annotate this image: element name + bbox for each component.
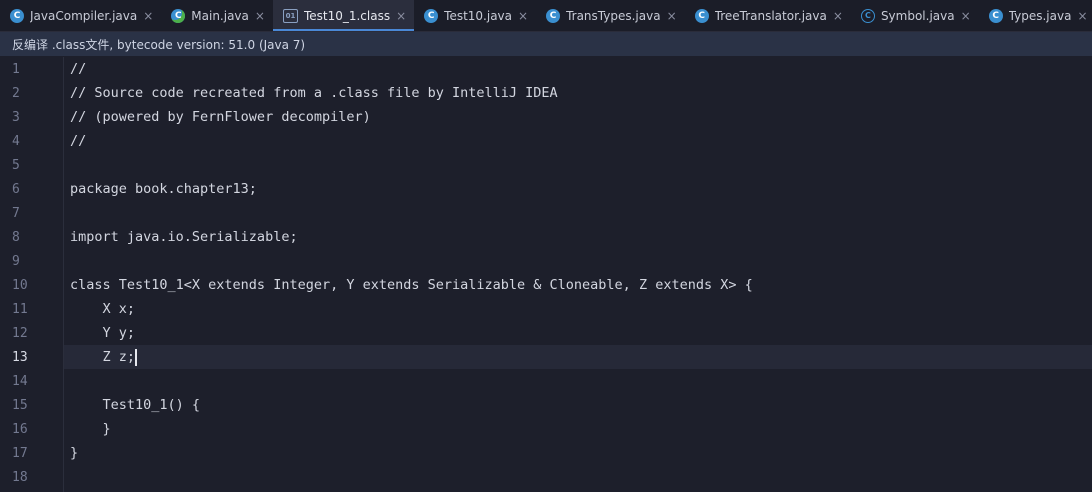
code-line[interactable]: //: [64, 57, 1092, 81]
code-line[interactable]: // (powered by FernFlower decompiler): [64, 105, 1092, 129]
tab-label: Test10.java: [444, 8, 513, 23]
line-number[interactable]: 14: [0, 369, 63, 393]
editor-tab-bar: C JavaCompiler.java × C Main.java × 01 Test10_1…: [0, 0, 1092, 32]
line-number[interactable]: 15: [0, 393, 63, 417]
tab-label: Test10_1.class: [303, 8, 391, 23]
code-text: // Source code recreated from a .class f…: [70, 85, 558, 101]
code-editor[interactable]: 1 2 3 4 5 6 7 8 9 10 11 12 13 14 15 16 17 18 //// Source …: [0, 57, 1092, 492]
code-line[interactable]: class Test10_1<X extends Integer, Y exte…: [64, 273, 1092, 297]
line-number[interactable]: 1: [0, 57, 63, 81]
code-line[interactable]: [64, 369, 1092, 393]
line-number[interactable]: 17: [0, 441, 63, 465]
tab-types-java[interactable]: C Types.java ×: [979, 0, 1092, 31]
code-text: Test10_1() {: [70, 397, 201, 413]
tab-label: JavaCompiler.java: [30, 8, 138, 23]
library-class-icon: C: [860, 8, 875, 23]
code-text: class Test10_1<X extends Integer, Y exte…: [70, 277, 753, 293]
code-line[interactable]: Y y;: [64, 321, 1092, 345]
ide-window: C JavaCompiler.java × C Main.java × 01 Test10_1…: [0, 0, 1092, 492]
line-number-gutter[interactable]: 1 2 3 4 5 6 7 8 9 10 11 12 13 14 15 16 17 18: [0, 57, 64, 492]
code-line[interactable]: Test10_1() {: [64, 393, 1092, 417]
tab-label: Symbol.java: [880, 8, 955, 23]
close-icon[interactable]: ×: [961, 9, 971, 23]
classfile-icon: 01: [282, 8, 298, 23]
tab-javacompiler-java[interactable]: C JavaCompiler.java ×: [0, 0, 161, 31]
tab-transtypes-java[interactable]: C TransTypes.java ×: [536, 0, 685, 31]
tab-label: Main.java: [191, 8, 249, 23]
current-code-line[interactable]: Z z;: [64, 345, 1092, 369]
code-line[interactable]: X x;: [64, 297, 1092, 321]
line-number[interactable]: 4: [0, 129, 63, 153]
code-line[interactable]: // Source code recreated from a .class f…: [64, 81, 1092, 105]
line-number[interactable]: 11: [0, 297, 63, 321]
line-number[interactable]: 5: [0, 153, 63, 177]
code-line[interactable]: [64, 153, 1092, 177]
code-line[interactable]: [64, 465, 1092, 489]
class-icon: C: [424, 8, 439, 23]
line-number[interactable]: 10: [0, 273, 63, 297]
class-icon: C: [10, 8, 24, 23]
line-number[interactable]: 13: [0, 345, 63, 369]
code-line[interactable]: [64, 249, 1092, 273]
code-line[interactable]: import java.io.Serializable;: [64, 225, 1092, 249]
tab-label: TransTypes.java: [566, 8, 661, 23]
close-icon[interactable]: ×: [396, 9, 406, 23]
code-text: Z z;: [70, 349, 136, 365]
tab-treetranslator-java[interactable]: C TreeTranslator.java ×: [685, 0, 851, 31]
code-line[interactable]: }: [64, 441, 1092, 465]
code-line[interactable]: package book.chapter13;: [64, 177, 1092, 201]
vertical-scrollbar[interactable]: [1078, 57, 1092, 492]
close-icon[interactable]: ×: [143, 9, 153, 23]
tab-label: TreeTranslator.java: [714, 8, 827, 23]
code-text: import java.io.Serializable;: [70, 229, 298, 245]
scrollbar-thumb[interactable]: [1081, 57, 1090, 492]
code-text: //: [70, 61, 87, 77]
code-text: //: [70, 133, 87, 149]
line-number[interactable]: 18: [0, 465, 63, 489]
tab-test10-1-class[interactable]: 01 Test10_1.class ×: [272, 0, 415, 31]
text-caret: [135, 348, 137, 366]
class-main-icon: C: [171, 8, 186, 23]
class-icon: C: [988, 8, 1003, 23]
close-icon[interactable]: ×: [833, 9, 843, 23]
line-number[interactable]: 7: [0, 201, 63, 225]
line-number[interactable]: 6: [0, 177, 63, 201]
line-number[interactable]: 2: [0, 81, 63, 105]
banner-text: 反编译 .class文件, bytecode version: 51.0 (Ja…: [12, 37, 306, 52]
close-icon[interactable]: ×: [1077, 9, 1087, 23]
line-number[interactable]: 3: [0, 105, 63, 129]
code-text: Y y;: [70, 325, 136, 341]
close-icon[interactable]: ×: [518, 9, 528, 23]
code-line[interactable]: }: [64, 417, 1092, 441]
code-text: package book.chapter13;: [70, 181, 257, 197]
code-line[interactable]: [64, 201, 1092, 225]
code-text: }: [70, 421, 111, 437]
tab-main-java[interactable]: C Main.java ×: [161, 0, 273, 31]
line-number[interactable]: 16: [0, 417, 63, 441]
line-number[interactable]: 8: [0, 225, 63, 249]
code-text: // (powered by FernFlower decompiler): [70, 109, 371, 125]
close-icon[interactable]: ×: [255, 9, 265, 23]
code-text: X x;: [70, 301, 136, 317]
class-icon: C: [694, 8, 709, 23]
line-number[interactable]: 9: [0, 249, 63, 273]
code-line[interactable]: //: [64, 129, 1092, 153]
class-icon: C: [546, 8, 561, 23]
line-number[interactable]: 12: [0, 321, 63, 345]
decompiler-info-banner: 反编译 .class文件, bytecode version: 51.0 (Ja…: [0, 32, 1092, 56]
tab-label: Types.java: [1008, 8, 1072, 23]
tab-test10-java[interactable]: C Test10.java ×: [414, 0, 536, 31]
code-text: }: [70, 445, 79, 461]
close-icon[interactable]: ×: [667, 9, 677, 23]
code-area[interactable]: // // Source code recreated from a .class…: [64, 57, 1092, 492]
tab-symbol-java[interactable]: C Symbol.java ×: [851, 0, 979, 31]
